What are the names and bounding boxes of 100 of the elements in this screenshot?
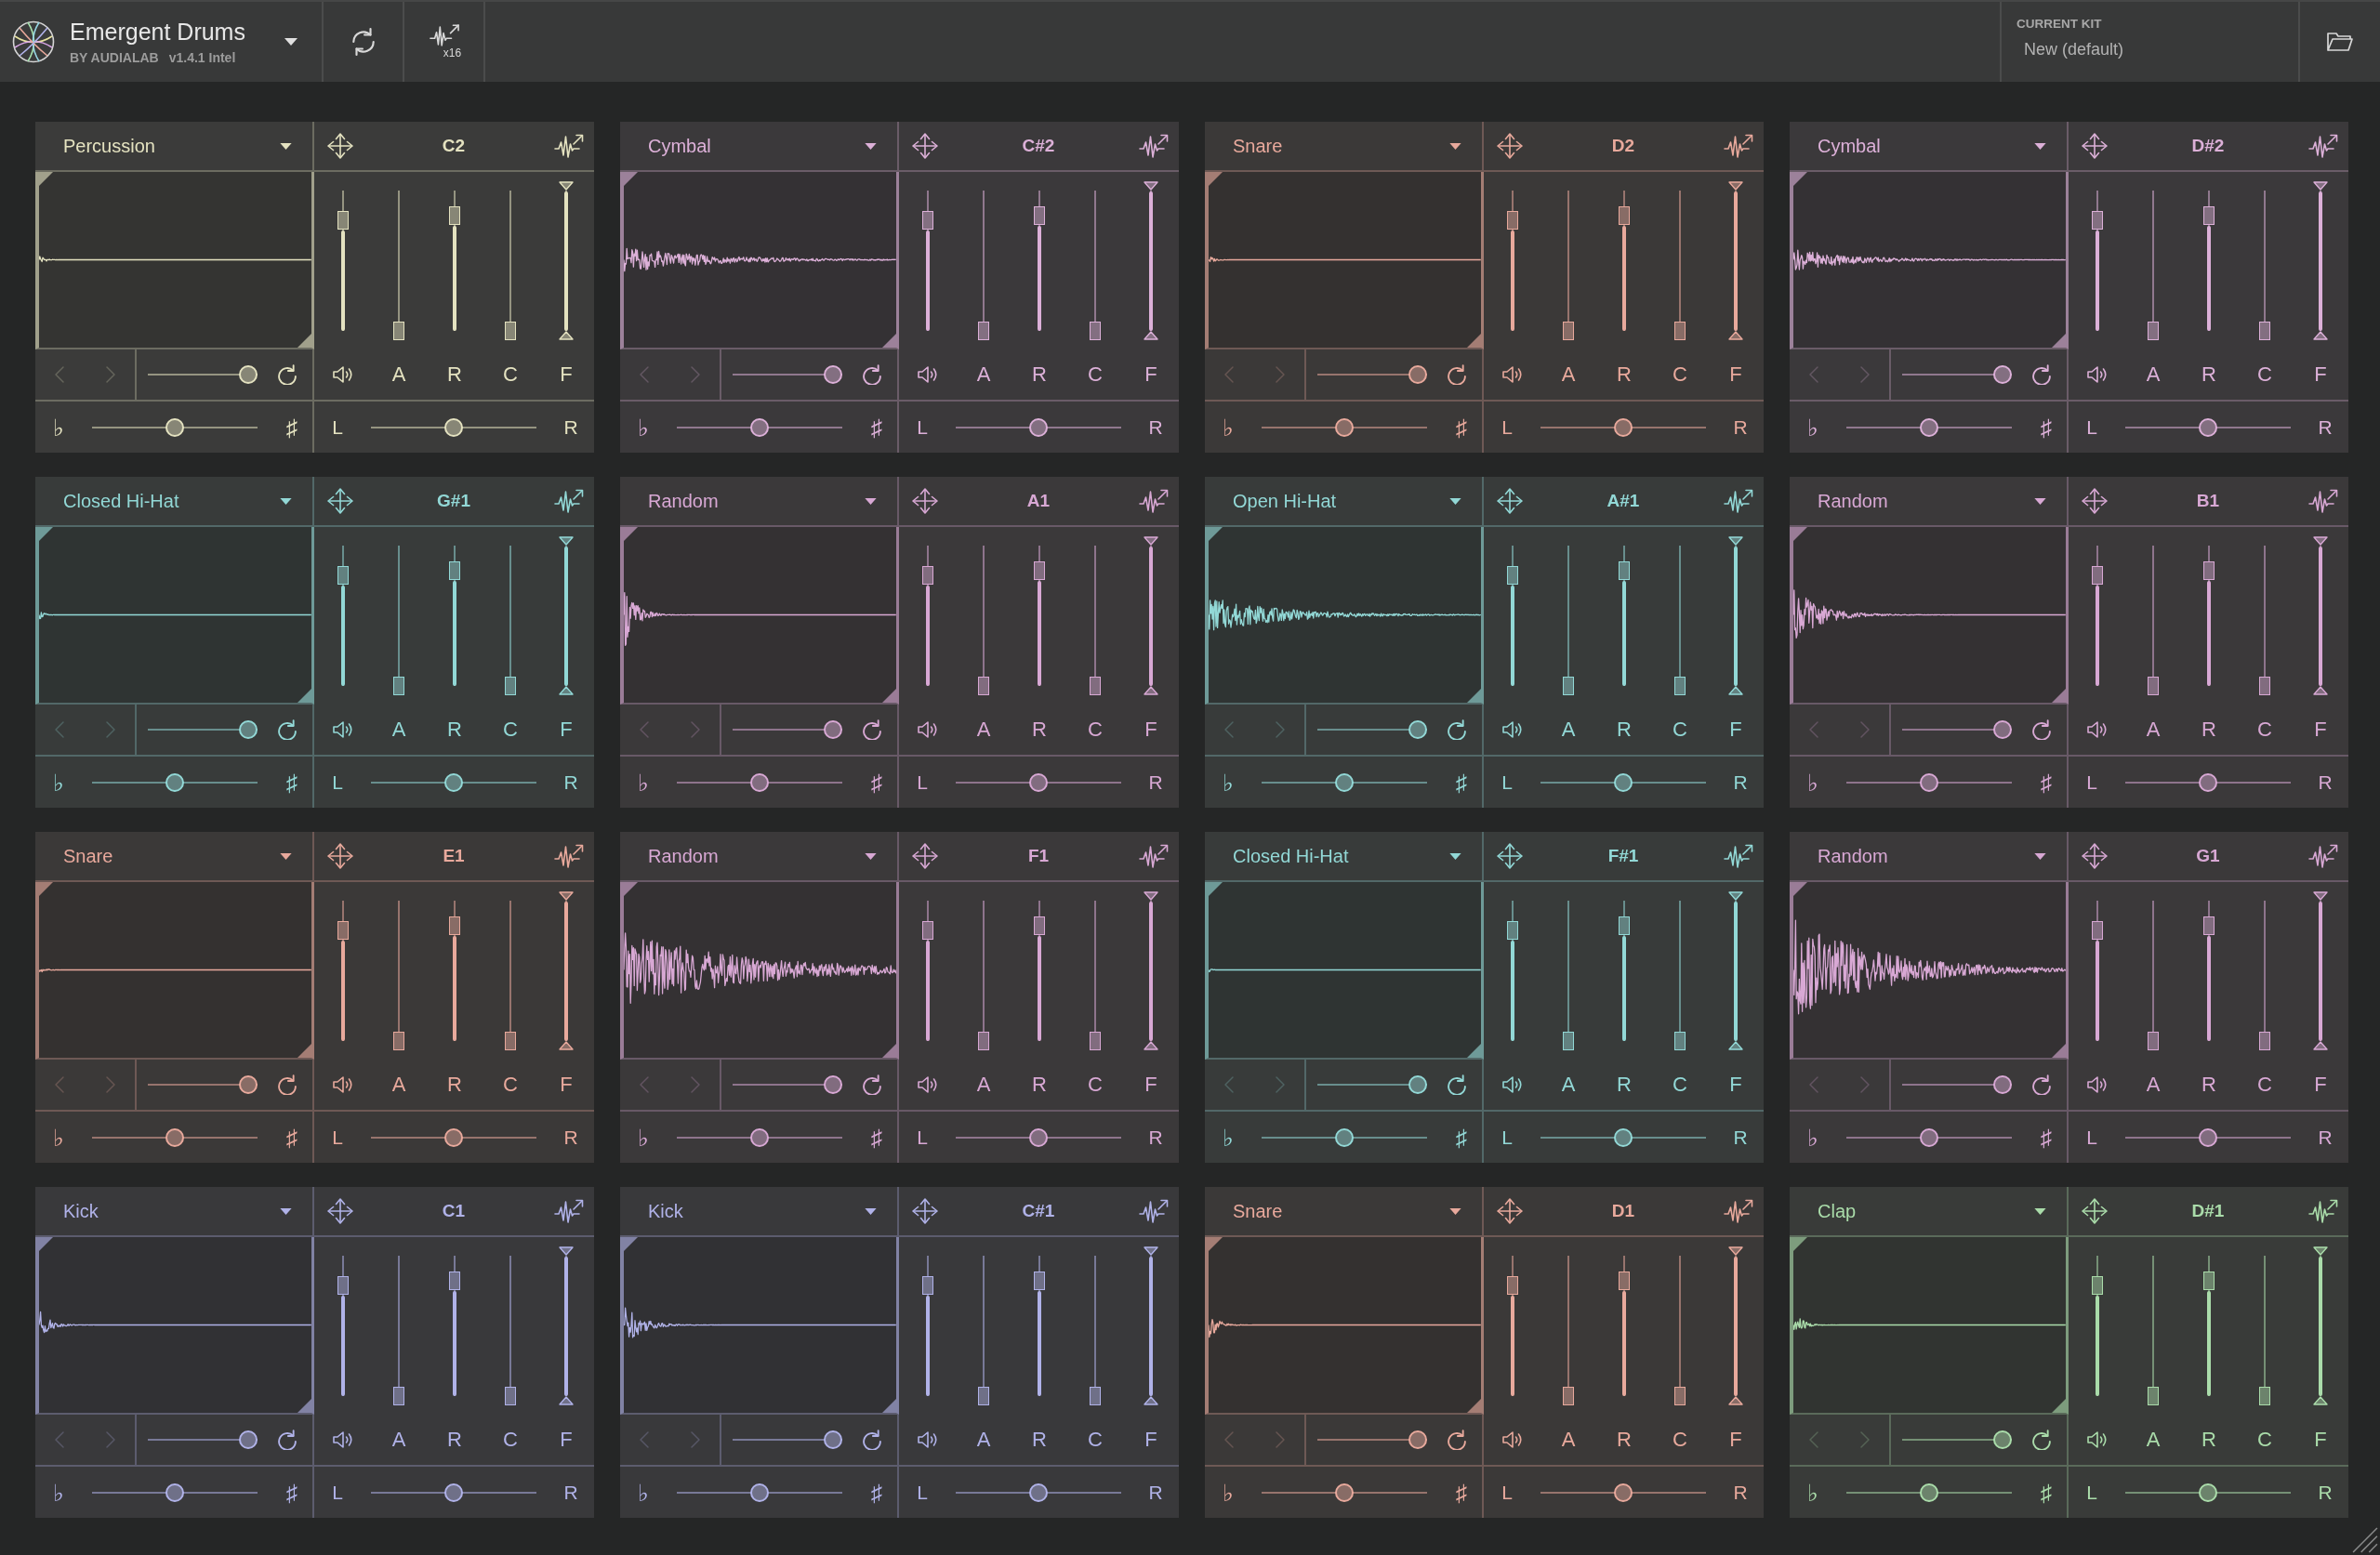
- sound-type-dropdown[interactable]: Kick: [620, 1187, 897, 1235]
- slider-knob[interactable]: [1993, 1430, 2012, 1449]
- slider-thumb[interactable]: [1507, 1275, 1518, 1295]
- sound-type-dropdown[interactable]: Percussion: [35, 122, 312, 170]
- sound-type-dropdown[interactable]: Random: [1790, 832, 2067, 880]
- reload-icon[interactable]: [278, 1074, 297, 1095]
- slider-thumb[interactable]: [978, 677, 989, 695]
- reload-icon[interactable]: [863, 719, 881, 740]
- slider-knob[interactable]: [2199, 1127, 2217, 1147]
- move-icon[interactable]: [912, 488, 938, 514]
- move-icon[interactable]: [2082, 843, 2108, 869]
- slider-knob[interactable]: [1408, 365, 1427, 384]
- slider-knob[interactable]: [1993, 1075, 2012, 1094]
- slider-handle[interactable]: [1728, 1246, 1743, 1256]
- reload-icon[interactable]: [278, 719, 297, 740]
- sound-type-dropdown[interactable]: Snare: [35, 832, 312, 880]
- export-button[interactable]: x16: [404, 2, 485, 82]
- slider-handle[interactable]: [1728, 331, 1743, 340]
- slider-knob[interactable]: [444, 772, 463, 792]
- slider-thumb[interactable]: [2259, 322, 2270, 340]
- slider-handle[interactable]: [1144, 181, 1158, 191]
- slider-knob[interactable]: [824, 720, 842, 739]
- slider-handle[interactable]: [1728, 686, 1743, 695]
- slider-thumb[interactable]: [1619, 916, 1630, 936]
- slider-thumb[interactable]: [393, 1032, 404, 1050]
- kit-name[interactable]: New (default): [2024, 40, 2124, 59]
- slider-thumb[interactable]: [2148, 677, 2159, 695]
- sound-type-dropdown[interactable]: Closed Hi-Hat: [1205, 832, 1482, 880]
- slider-thumb[interactable]: [449, 561, 460, 581]
- move-icon[interactable]: [2082, 133, 2108, 159]
- slider-thumb[interactable]: [1090, 1387, 1101, 1405]
- sound-type-dropdown[interactable]: Clap: [1790, 1187, 2067, 1235]
- slider-knob[interactable]: [750, 417, 769, 437]
- move-icon[interactable]: [2082, 1198, 2108, 1224]
- slider-handle[interactable]: [559, 686, 574, 695]
- slider-knob[interactable]: [1614, 772, 1633, 792]
- slider-thumb[interactable]: [337, 565, 349, 585]
- slider-thumb[interactable]: [1674, 1032, 1686, 1050]
- slider-thumb[interactable]: [922, 565, 933, 585]
- slider-knob[interactable]: [1920, 1127, 1938, 1147]
- sound-type-dropdown[interactable]: Random: [1790, 477, 2067, 525]
- reload-icon[interactable]: [278, 1430, 297, 1450]
- slider-knob[interactable]: [239, 365, 258, 384]
- slider-knob[interactable]: [1335, 772, 1354, 792]
- slider-thumb[interactable]: [922, 1275, 933, 1295]
- slider-thumb[interactable]: [1674, 322, 1686, 340]
- slider-knob[interactable]: [1335, 417, 1354, 437]
- sound-type-dropdown[interactable]: Cymbal: [620, 122, 897, 170]
- slider-thumb[interactable]: [1034, 1272, 1045, 1291]
- slider-knob[interactable]: [444, 417, 463, 437]
- slider-thumb[interactable]: [2259, 677, 2270, 695]
- slider-thumb[interactable]: [337, 920, 349, 940]
- slider-handle[interactable]: [1144, 891, 1158, 901]
- slider-thumb[interactable]: [2148, 322, 2159, 340]
- slider-knob[interactable]: [1335, 1127, 1354, 1147]
- slider-knob[interactable]: [1029, 1483, 1048, 1502]
- reload-icon[interactable]: [863, 364, 881, 385]
- slider-thumb[interactable]: [449, 916, 460, 936]
- slider-knob[interactable]: [1614, 417, 1633, 437]
- slider-thumb[interactable]: [2203, 1272, 2215, 1291]
- slider-thumb[interactable]: [1507, 565, 1518, 585]
- slider-knob[interactable]: [165, 772, 184, 792]
- move-icon[interactable]: [327, 488, 353, 514]
- slider-thumb[interactable]: [1563, 1032, 1574, 1050]
- slider-thumb[interactable]: [337, 1275, 349, 1295]
- slider-handle[interactable]: [2313, 1041, 2328, 1050]
- slider-handle[interactable]: [2313, 891, 2328, 901]
- slider-thumb[interactable]: [2092, 920, 2103, 940]
- slider-handle[interactable]: [1144, 1396, 1158, 1405]
- slider-knob[interactable]: [750, 1483, 769, 1502]
- move-icon[interactable]: [912, 133, 938, 159]
- slider-thumb[interactable]: [2092, 565, 2103, 585]
- slider-handle[interactable]: [1728, 891, 1743, 901]
- slider-handle[interactable]: [2313, 536, 2328, 546]
- slider-knob[interactable]: [824, 1430, 842, 1449]
- slider-thumb[interactable]: [1563, 1387, 1574, 1405]
- slider-thumb[interactable]: [1034, 916, 1045, 936]
- slider-thumb[interactable]: [2203, 561, 2215, 581]
- slider-handle[interactable]: [1728, 536, 1743, 546]
- slider-thumb[interactable]: [978, 1032, 989, 1050]
- move-icon[interactable]: [327, 1198, 353, 1224]
- slider-knob[interactable]: [165, 1483, 184, 1502]
- slider-knob[interactable]: [2199, 1483, 2217, 1502]
- move-icon[interactable]: [1497, 843, 1523, 869]
- slider-handle[interactable]: [559, 891, 574, 901]
- slider-knob[interactable]: [750, 1127, 769, 1147]
- slider-thumb[interactable]: [2203, 206, 2215, 226]
- move-icon[interactable]: [1497, 133, 1523, 159]
- slider-knob[interactable]: [1408, 720, 1427, 739]
- slider-knob[interactable]: [824, 1075, 842, 1094]
- slider-knob[interactable]: [444, 1483, 463, 1502]
- slider-thumb[interactable]: [2259, 1387, 2270, 1405]
- slider-thumb[interactable]: [1619, 561, 1630, 581]
- slider-knob[interactable]: [1408, 1430, 1427, 1449]
- move-icon[interactable]: [327, 843, 353, 869]
- reload-icon[interactable]: [2032, 1074, 2051, 1095]
- slider-knob[interactable]: [165, 417, 184, 437]
- slider-knob[interactable]: [1029, 772, 1048, 792]
- reload-icon[interactable]: [2032, 364, 2051, 385]
- slider-handle[interactable]: [1728, 1041, 1743, 1050]
